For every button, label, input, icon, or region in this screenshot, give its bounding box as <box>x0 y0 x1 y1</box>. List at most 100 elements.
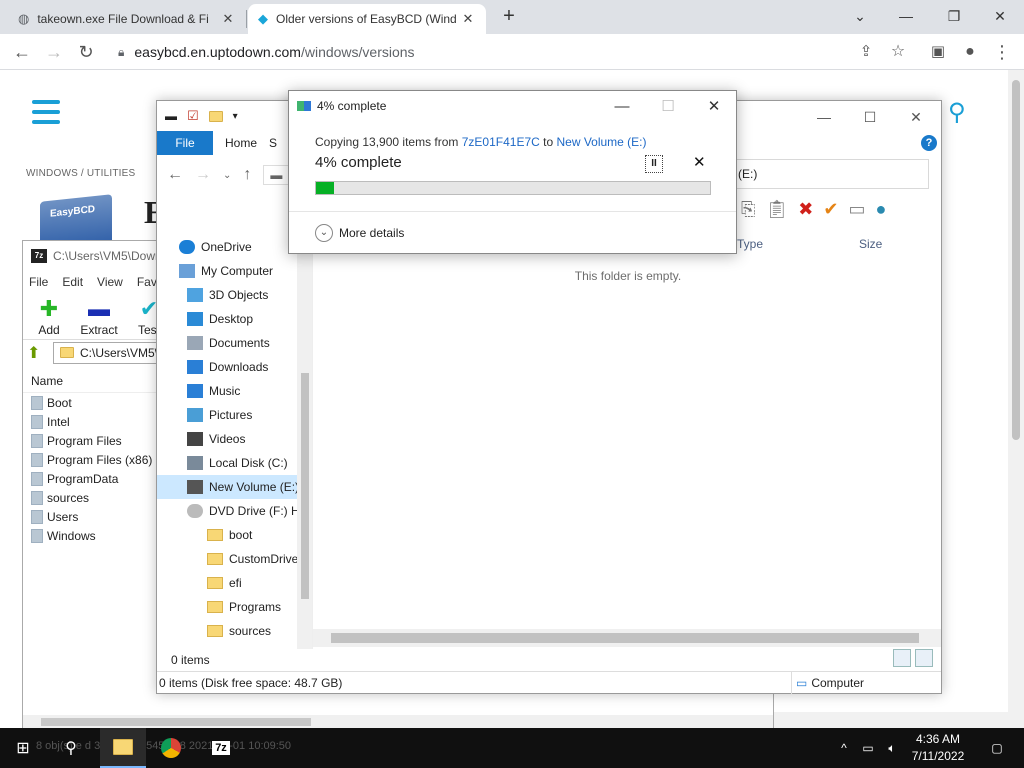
properties-icon[interactable]: ☑ <box>187 108 199 124</box>
column-type[interactable]: Type <box>737 237 763 251</box>
up-arrow-icon[interactable]: ↑ <box>243 166 251 184</box>
profile-avatar-icon[interactable]: ● <box>958 40 982 64</box>
quick-access-dropdown-icon[interactable]: ▾ <box>233 111 238 122</box>
rename-icon[interactable]: ▭ <box>848 199 865 220</box>
destination-link[interactable]: New Volume (E:) <box>556 135 646 149</box>
nav-item[interactable]: Documents <box>157 331 312 355</box>
list-item[interactable]: Program Files (x86) <box>23 450 157 469</box>
notifications-icon[interactable]: ▢ <box>974 728 1020 768</box>
show-hidden-icons-chevron-icon[interactable]: ^ <box>832 728 856 768</box>
tab-file[interactable]: File <box>157 131 213 155</box>
nav-item[interactable]: Music <box>157 379 312 403</box>
nav-item[interactable]: My Computer <box>157 259 312 283</box>
details-view-icon[interactable] <box>893 649 911 667</box>
search-icon[interactable]: ⚲ <box>948 98 966 127</box>
minimize-button[interactable]: — <box>886 4 926 28</box>
start-button[interactable]: ⊞ <box>0 728 46 768</box>
nav-item[interactable]: 3D Objects <box>157 283 312 307</box>
page-hscrollbar[interactable] <box>772 712 1008 728</box>
content-hscrollbar[interactable] <box>313 629 941 647</box>
nav-item[interactable]: Videos <box>157 427 312 451</box>
minimize-button[interactable]: — <box>599 95 645 119</box>
nav-item[interactable]: New Volume (E:) <box>157 475 312 499</box>
restore-button[interactable]: ❐ <box>934 4 974 28</box>
share-icon[interactable]: ⇪ <box>854 40 878 64</box>
checkmark-icon[interactable]: ✔ <box>823 199 838 220</box>
volume-icon[interactable]: 🔈︎ <box>880 728 904 768</box>
add-button[interactable]: ✚ Add <box>29 293 69 339</box>
list-item[interactable]: Intel <box>23 412 157 431</box>
recent-dropdown-icon[interactable]: ⌄ <box>223 170 231 181</box>
close-window-button[interactable]: ✕ <box>980 4 1020 28</box>
nav-item[interactable]: Desktop <box>157 307 312 331</box>
tab-takeown[interactable]: ◍ takeown.exe File Download & Fi ✕ <box>8 4 246 34</box>
side-panel-icon[interactable]: ▣ <box>926 40 950 64</box>
minimize-button[interactable]: — <box>801 105 847 129</box>
nav-item[interactable]: efi <box>157 571 312 595</box>
close-tab-icon[interactable]: ✕ <box>460 11 476 27</box>
close-button[interactable]: ✕ <box>691 95 737 119</box>
hamburger-menu-icon[interactable] <box>32 100 60 124</box>
nav-pane-scrollbar[interactable] <box>297 235 312 649</box>
nav-item[interactable]: sources <box>157 619 312 643</box>
column-header-name[interactable]: Name <box>23 369 157 393</box>
tab-easybcd[interactable]: ◆ Older versions of EasyBCD (Wind ✕ <box>248 4 486 34</box>
nav-item-label: Programs <box>229 600 282 614</box>
search-icon[interactable]: ⚲ <box>48 728 94 768</box>
new-tab-button[interactable]: + <box>498 6 520 28</box>
copy-icon[interactable]: ⎘ <box>741 199 755 220</box>
globe-icon[interactable]: ● <box>875 199 886 220</box>
forward-arrow-icon[interactable]: → <box>195 166 211 184</box>
close-tab-icon[interactable]: ✕ <box>220 11 236 27</box>
close-button[interactable]: ✕ <box>893 105 939 129</box>
computer-label: Computer <box>811 676 865 690</box>
help-icon[interactable]: ? <box>921 135 937 151</box>
new-folder-icon[interactable] <box>208 110 223 122</box>
forward-arrow-icon[interactable]: → <box>42 40 66 64</box>
list-item[interactable]: Windows <box>23 526 157 545</box>
source-link[interactable]: 7zE01F41E7C <box>462 135 540 149</box>
tab-search-icon[interactable]: ⌄ <box>840 4 880 28</box>
column-size[interactable]: Size <box>859 237 882 251</box>
nav-item[interactable]: Downloads <box>157 355 312 379</box>
tab-share[interactable]: S <box>269 136 277 150</box>
more-details-button[interactable]: ⌄ More details <box>315 224 404 242</box>
menu-file[interactable]: File <box>29 275 48 289</box>
reload-icon[interactable]: ↻ <box>74 40 98 64</box>
list-item[interactable]: ProgramData <box>23 469 157 488</box>
address-bar[interactable]: 🔒︎ easybcd.en.uptodown.com/windows/versi… <box>106 38 916 66</box>
delete-icon[interactable]: ✖ <box>798 199 813 220</box>
pause-button[interactable]: II <box>645 155 663 173</box>
list-item[interactable]: Users <box>23 507 157 526</box>
nav-item[interactable]: Pictures <box>157 403 312 427</box>
list-item[interactable]: sources <box>23 488 157 507</box>
tab-home[interactable]: Home <box>213 136 269 150</box>
back-arrow-icon[interactable]: ← <box>10 40 34 64</box>
nav-item[interactable]: Programs <box>157 595 312 619</box>
maximize-button[interactable]: ☐ <box>847 105 893 129</box>
list-item[interactable]: Boot <box>23 393 157 412</box>
nav-item[interactable]: Local Disk (C:) <box>157 451 312 475</box>
list-item[interactable]: Program Files <box>23 431 157 450</box>
file-explorer-taskbar-button[interactable] <box>100 728 146 768</box>
paste-icon[interactable]: 📋︎ <box>765 199 788 220</box>
extract-button[interactable]: ▬ Extract <box>79 293 119 339</box>
cancel-button[interactable]: ✕ <box>693 153 706 171</box>
network-icon[interactable]: ▭ <box>856 728 880 768</box>
menu-kebab-icon[interactable]: ⋮ <box>990 40 1014 64</box>
menu-edit[interactable]: Edit <box>62 275 83 289</box>
nav-item[interactable]: DVD Drive (F:) H <box>157 499 312 523</box>
page-scrollbar[interactable] <box>1008 70 1024 728</box>
7zip-taskbar-button[interactable]: 7z <box>198 728 244 768</box>
nav-item[interactable]: CustomDrivers <box>157 547 312 571</box>
back-arrow-icon[interactable]: ← <box>167 166 183 184</box>
bookmark-star-icon[interactable]: ☆ <box>886 40 910 64</box>
address-field[interactable]: (E:) <box>729 159 929 189</box>
up-folder-icon[interactable]: ⬆ <box>27 343 53 363</box>
large-icons-view-icon[interactable] <box>915 649 933 667</box>
clock[interactable]: 4:36 AM 7/11/2022 <box>906 731 970 765</box>
nav-item[interactable]: boot <box>157 523 312 547</box>
menu-view[interactable]: View <box>97 275 123 289</box>
chrome-taskbar-button[interactable] <box>148 728 194 768</box>
7zip-hscrollbar[interactable] <box>23 715 773 729</box>
